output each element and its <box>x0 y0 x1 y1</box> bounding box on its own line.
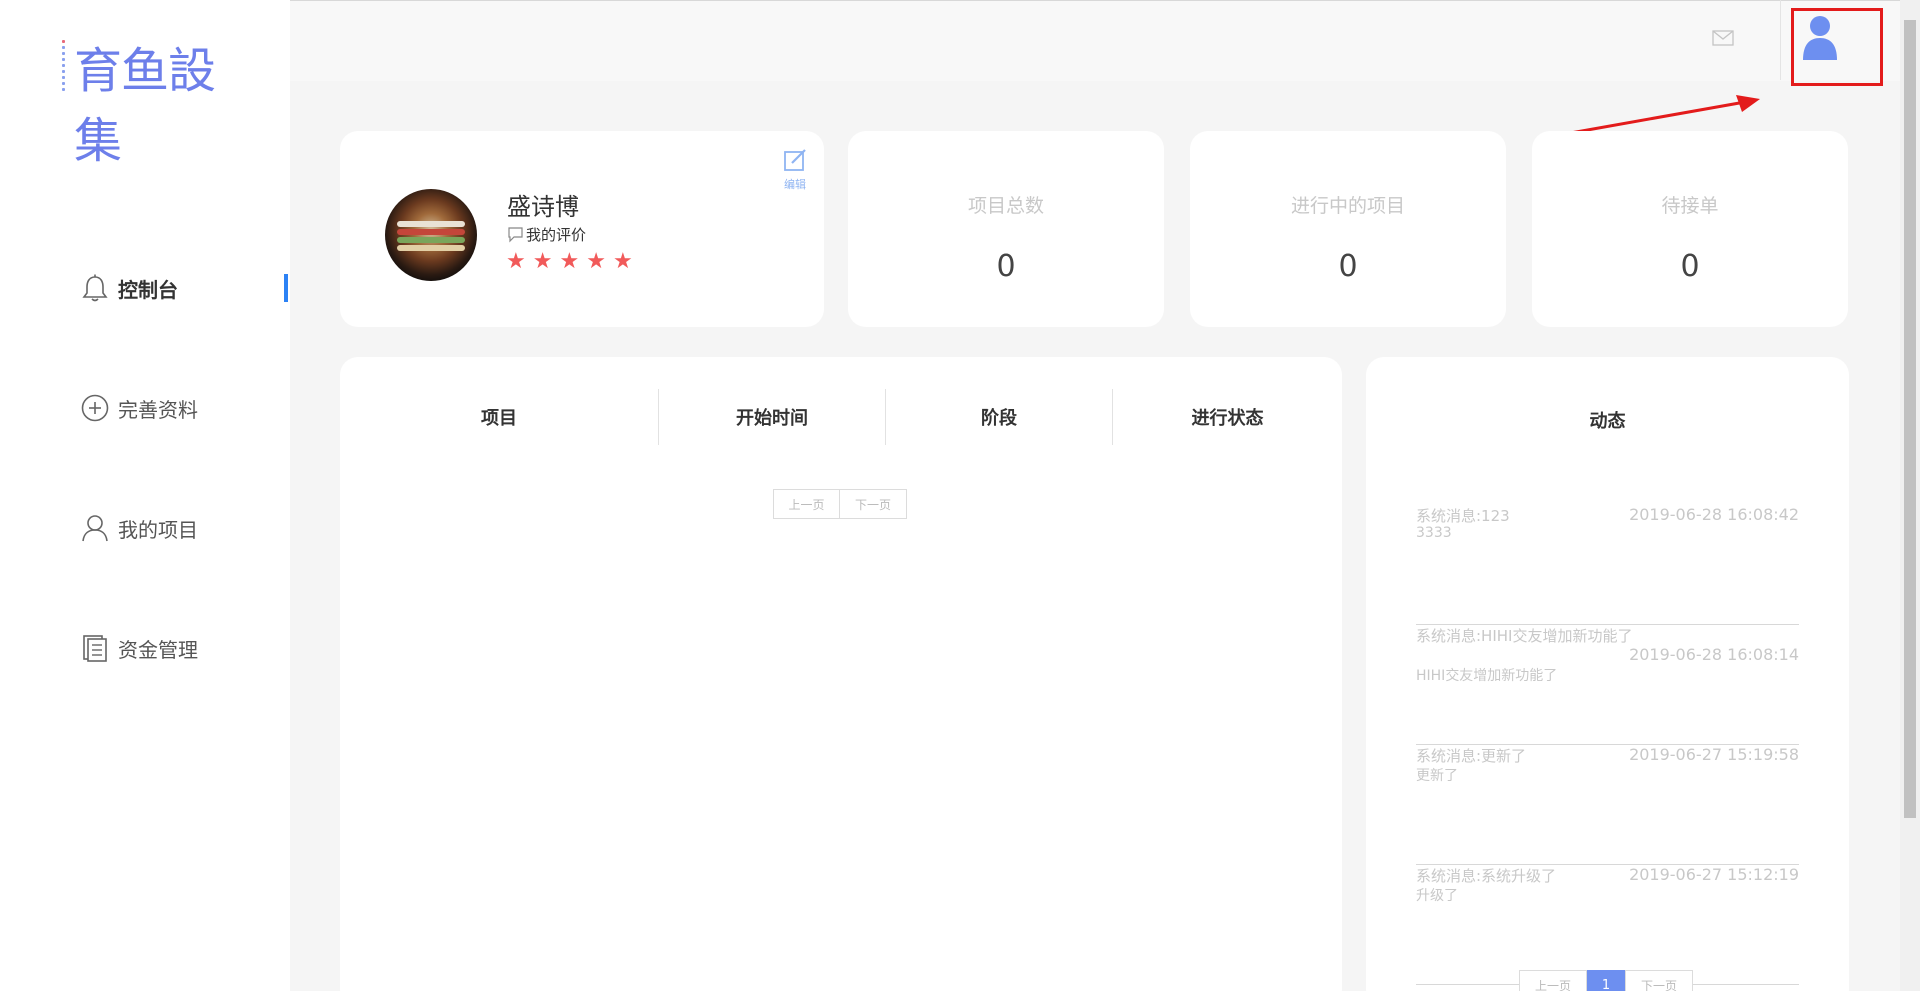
sidebar-item-projects[interactable]: 我的项目 <box>80 508 198 548</box>
feed-pagination: 上一页 1 下一页 <box>1519 970 1693 991</box>
message-body: 更新了 <box>1416 768 1458 784</box>
active-indicator <box>284 274 288 302</box>
feed-message[interactable]: 系统消息:123 3333 2019-06-28 16:08:42 <box>1416 505 1799 625</box>
star-icon: ★ <box>586 249 606 274</box>
rating-stars: ★ ★ ★ ★ ★ <box>506 251 640 273</box>
star-icon: ★ <box>612 249 633 274</box>
stat-value: 0 <box>1680 249 1700 284</box>
stat-title: 待接单 <box>1661 195 1719 217</box>
message-date: 2019-06-27 15:12:19 <box>1629 865 1799 884</box>
edit-button[interactable]: 编辑 <box>780 147 810 192</box>
activity-feed-card: 动态 系统消息:123 3333 2019-06-28 16:08:42 系统消… <box>1366 357 1849 991</box>
avatar <box>385 189 477 281</box>
feed-message[interactable]: 系统消息:HIHI交友增加新功能了 HIHI交友增加新功能了 2019-06-2… <box>1416 625 1799 745</box>
feed-title: 动态 <box>1589 411 1626 432</box>
user-icon <box>80 513 110 543</box>
logo-wordmark: 育鱼設集 <box>74 43 216 169</box>
table-header: 项目 开始时间 阶段 进行状态 <box>340 389 1342 445</box>
sidebar: 育鱼設集 控制台 完善资料 我的项目 资金管理 <box>0 0 290 991</box>
message-body: 3333 <box>1416 525 1452 541</box>
top-bar <box>290 1 1900 81</box>
message-title: 系统消息:HIHI交友增加新功能了 <box>1416 627 1633 645</box>
sidebar-item-dashboard[interactable]: 控制台 <box>80 268 178 308</box>
star-icon: ★ <box>506 249 526 274</box>
message-date: 2019-06-27 15:19:58 <box>1629 745 1799 764</box>
column-header-project[interactable]: 项目 <box>340 389 659 445</box>
feed-prev-page-button[interactable]: 上一页 <box>1519 970 1587 991</box>
document-icon <box>80 633 110 663</box>
plus-circle-icon <box>80 393 110 423</box>
message-body: 升级了 <box>1416 888 1458 904</box>
stat-card-pending-orders: 待接单 0 <box>1532 131 1848 327</box>
annotation-highlight-box <box>1791 8 1883 86</box>
star-icon: ★ <box>559 249 580 274</box>
feed-page-number-current[interactable]: 1 <box>1587 970 1625 991</box>
logo[interactable]: 育鱼設集 <box>60 36 240 169</box>
profile-card: 盛诗博 我的评价 ★ ★ ★ ★ ★ 编辑 <box>340 131 824 327</box>
topbar-divider <box>1780 0 1781 80</box>
sidebar-item-label: 控制台 <box>118 277 178 302</box>
next-page-button[interactable]: 下一页 <box>840 489 907 519</box>
column-header-status[interactable]: 进行状态 <box>1113 389 1342 445</box>
message-title: 系统消息:更新了 <box>1416 747 1527 765</box>
message-date: 2019-06-28 16:08:14 <box>1629 645 1799 664</box>
stat-title: 进行中的项目 <box>1290 195 1405 217</box>
feed-message[interactable]: 系统消息:系统升级了 升级了 2019-06-27 15:12:19 <box>1416 865 1799 985</box>
stat-card-in-progress: 进行中的项目 0 <box>1190 131 1506 327</box>
mail-icon[interactable] <box>1712 30 1734 46</box>
message-title: 系统消息:系统升级了 <box>1416 867 1557 885</box>
prev-page-button[interactable]: 上一页 <box>773 489 840 519</box>
bell-icon <box>80 273 110 303</box>
feed-next-page-button[interactable]: 下一页 <box>1625 970 1693 991</box>
column-header-start-time[interactable]: 开始时间 <box>659 389 886 445</box>
table-pagination: 上一页 下一页 <box>773 489 907 519</box>
projects-table-card: 项目 开始时间 阶段 进行状态 上一页 下一页 <box>340 357 1342 991</box>
edit-icon <box>784 149 806 171</box>
my-review-link[interactable]: 我的评价 <box>507 224 586 245</box>
message-date: 2019-06-28 16:08:42 <box>1629 505 1799 524</box>
sidebar-item-finance[interactable]: 资金管理 <box>80 628 198 668</box>
sidebar-item-label: 完善资料 <box>118 397 198 422</box>
column-header-stage[interactable]: 阶段 <box>886 389 1113 445</box>
edit-label: 编辑 <box>784 178 806 191</box>
stat-card-total-projects: 项目总数 0 <box>848 131 1164 327</box>
comment-icon <box>508 227 523 243</box>
profile-name: 盛诗博 <box>507 193 579 221</box>
star-icon: ★ <box>532 249 553 274</box>
feed-message[interactable]: 系统消息:更新了 更新了 2019-06-27 15:19:58 <box>1416 745 1799 865</box>
sidebar-item-label: 资金管理 <box>118 637 198 662</box>
my-review-label: 我的评价 <box>526 226 587 244</box>
message-title: 系统消息:123 <box>1416 507 1510 525</box>
stat-value: 0 <box>996 249 1016 284</box>
stat-value: 0 <box>1338 249 1358 284</box>
message-body: HIHI交友增加新功能了 <box>1416 668 1558 684</box>
scrollbar-thumb[interactable] <box>1904 20 1916 818</box>
stat-title: 项目总数 <box>967 195 1044 217</box>
sidebar-item-profile[interactable]: 完善资料 <box>80 388 198 428</box>
logo-vertical-text <box>60 40 70 100</box>
sidebar-item-label: 我的项目 <box>118 517 198 542</box>
